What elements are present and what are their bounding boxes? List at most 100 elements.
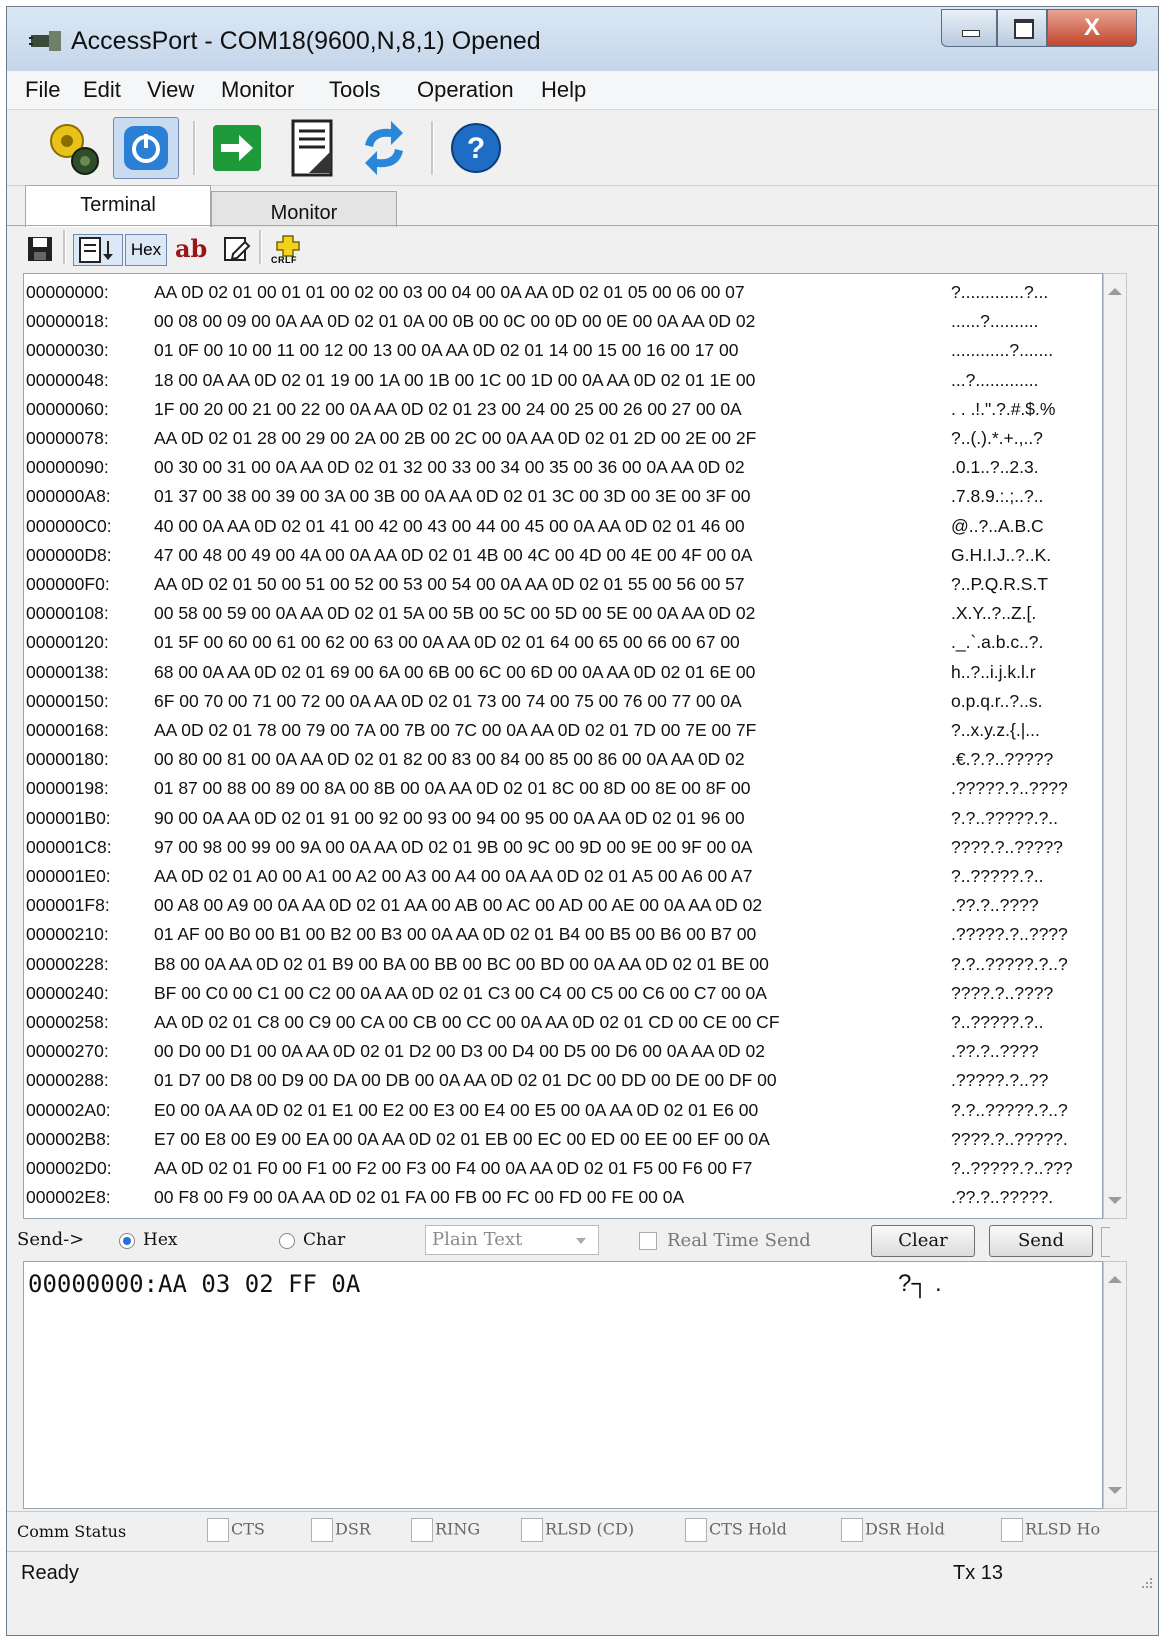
scroll-up-icon[interactable]	[1108, 1276, 1122, 1283]
hex-row: 00000060: 1F 00 20 00 21 00 22 00 0A AA 0…	[24, 395, 1102, 424]
hex-row-bytes: 97 00 98 00 99 00 9A 00 0A AA 0D 02 01 9…	[154, 836, 753, 857]
hex-row-ascii: ????.?..?????	[951, 836, 1063, 857]
hex-row: 00000270: 00 D0 00 D1 00 0A AA 0D 02 01 D…	[24, 1037, 1102, 1066]
dsr-hold-indicator: DSR Hold	[841, 1518, 945, 1544]
hex-toggle-button[interactable]: Hex	[125, 234, 167, 266]
send-file-button[interactable]	[205, 117, 271, 179]
hex-row-ascii: ?.?..?????.?..?	[951, 1099, 1068, 1120]
hex-row-ascii: .€.?.?..?????	[951, 749, 1054, 770]
menu-view[interactable]: View	[147, 77, 194, 103]
clear-button[interactable]: Clear	[871, 1225, 975, 1257]
hex-receive-view[interactable]: 00000000: AA 0D 02 01 00 01 01 00 02 00 0…	[23, 273, 1103, 1219]
hex-row-ascii: ?..x.y.z.{.|...	[951, 720, 1040, 740]
hidden-control-edge	[1101, 1227, 1110, 1257]
menu-help[interactable]: Help	[541, 77, 586, 103]
save-button[interactable]	[25, 234, 55, 266]
format-select[interactable]: Plain Text	[425, 1225, 599, 1255]
realtime-send-checkbox[interactable]	[639, 1232, 657, 1250]
document-icon	[291, 119, 333, 177]
scroll-down-icon[interactable]	[1108, 1487, 1122, 1494]
hex-row-bytes: 00 08 00 09 00 0A AA 0D 02 01 0A 00 0B 0…	[154, 311, 756, 332]
crlf-label: CRLF	[271, 255, 297, 265]
hex-row-ascii: h..?..i.j.k.l.r	[951, 661, 1036, 682]
hex-row-ascii: .X.Y..?..Z.[.	[951, 603, 1037, 624]
scroll-down-icon[interactable]	[1108, 1197, 1122, 1204]
scroll-up-icon[interactable]	[1108, 288, 1122, 295]
hex-radio-label[interactable]: Hex	[143, 1230, 177, 1250]
hex-row-ascii: ?.?..?????.?..?	[951, 953, 1068, 974]
hex-row-bytes: 00 80 00 81 00 0A AA 0D 02 01 82 00 83 0…	[154, 749, 745, 770]
arrow-right-icon	[213, 125, 261, 171]
settings-button[interactable]	[41, 117, 107, 179]
hex-radio[interactable]	[119, 1233, 135, 1249]
tab-strip: Terminal Monitor	[7, 185, 1158, 227]
hex-row: 00000048: 18 00 0A AA 0D 02 01 19 00 1A 0…	[24, 366, 1102, 395]
hex-row-ascii: @..?..A.B.C	[951, 515, 1044, 536]
maximize-icon	[1014, 19, 1034, 39]
send-input-text[interactable]: 00000000:AA 03 02 FF 0A	[28, 1270, 360, 1298]
hex-row: 000000F0: AA 0D 02 01 50 00 51 00 52 00 5…	[24, 570, 1102, 599]
hex-row: 000000A8: 01 37 00 38 00 39 00 3A 00 3B 0…	[24, 482, 1102, 511]
minimize-button[interactable]	[941, 9, 997, 47]
hex-row: 00000018: 00 08 00 09 00 0A AA 0D 02 01 0…	[24, 307, 1102, 336]
hex-row-bytes: 90 00 0A AA 0D 02 01 91 00 92 00 93 00 9…	[154, 807, 745, 828]
hex-row-bytes: 6F 00 70 00 71 00 72 00 0A AA 0D 02 01 7…	[154, 690, 742, 711]
help-button[interactable]: ?	[443, 117, 509, 179]
tab-monitor[interactable]: Monitor	[211, 191, 397, 227]
hex-row: 00000228: B8 00 0A AA 0D 02 01 B9 00 BA 0…	[24, 950, 1102, 979]
hex-row-ascii: .7.8.9.:.;..?..	[951, 486, 1044, 507]
hex-row-ascii: ?..?????.?..	[951, 1012, 1044, 1032]
menu-file[interactable]: File	[25, 77, 60, 103]
edit-pencil-icon	[224, 237, 251, 261]
hex-row: 000002D0: AA 0D 02 01 F0 00 F1 00 F2 00 F…	[24, 1154, 1102, 1183]
hex-row-bytes: 01 AF 00 B0 00 B1 00 B2 00 B3 00 0A AA 0…	[154, 924, 757, 945]
page-scroll-icon	[79, 237, 113, 263]
title-bar[interactable]: AccessPort - COM18(9600,N,8,1) Opened X	[7, 7, 1158, 71]
hex-row-bytes: 01 37 00 38 00 39 00 3A 00 3B 00 0A AA 0…	[154, 486, 751, 507]
hex-row-ascii: ......?..........	[951, 311, 1039, 332]
hex-row-bytes: 18 00 0A AA 0D 02 01 19 00 1A 00 1B 00 1…	[154, 369, 756, 390]
menu-edit[interactable]: Edit	[83, 77, 121, 103]
hex-row: 000002B8: E7 00 E8 00 E9 00 EA 00 0A AA 0…	[24, 1125, 1102, 1154]
close-icon: X	[1083, 14, 1100, 41]
send-input-area[interactable]: 00000000:AA 03 02 FF 0A ?┐ .	[23, 1261, 1103, 1509]
menu-operation[interactable]: Operation	[417, 77, 514, 103]
hex-row-ascii: ????.?..????	[951, 982, 1054, 1003]
crlf-button[interactable]: CRLF	[271, 234, 305, 266]
hex-row-ascii: .0.1..?..2.3.	[951, 457, 1039, 478]
maximize-button[interactable]	[997, 9, 1047, 47]
open-port-button[interactable]	[113, 117, 179, 179]
resize-grip-icon[interactable]	[1140, 1576, 1154, 1590]
text-mode-button[interactable]: ab	[175, 234, 215, 266]
hex-row: 00000108: 00 58 00 59 00 0A AA 0D 02 01 5…	[24, 599, 1102, 628]
main-toolbar: ?	[7, 109, 1158, 186]
hex-row-bytes: 00 58 00 59 00 0A AA 0D 02 01 5A 00 5B 0…	[154, 603, 756, 624]
edit-button[interactable]	[221, 234, 251, 266]
svg-text:?: ?	[467, 132, 485, 165]
menu-monitor[interactable]: Monitor	[221, 77, 294, 103]
refresh-button[interactable]	[351, 117, 417, 179]
hex-row-ascii: ?..?????.?..???	[951, 1158, 1073, 1178]
document-button[interactable]	[279, 117, 345, 179]
char-radio[interactable]	[279, 1233, 295, 1249]
hex-row: 00000138: 68 00 0A AA 0D 02 01 69 00 6A 0…	[24, 658, 1102, 687]
menu-tools[interactable]: Tools	[329, 77, 380, 103]
hex-row-ascii: ?..(.).*.+.,..?	[951, 428, 1043, 448]
hex-row: 00000090: 00 30 00 31 00 0A AA 0D 02 01 3…	[24, 453, 1102, 482]
send-options-bar: Send-> Hex Char Plain Text Real Time Sen…	[7, 1221, 1158, 1261]
chevron-down-icon	[576, 1238, 586, 1244]
close-button[interactable]: X	[1047, 9, 1137, 47]
hex-row: 000001C8: 97 00 98 00 99 00 9A 00 0A AA 0…	[24, 833, 1102, 862]
hex-row: 000001F8: 00 A8 00 A9 00 0A AA 0D 02 01 A…	[24, 891, 1102, 920]
tab-terminal[interactable]: Terminal	[25, 185, 211, 227]
hex-row: 00000120: 01 5F 00 60 00 61 00 62 00 63 0…	[24, 628, 1102, 657]
rlsd-hold-indicator: RLSD Ho	[1001, 1518, 1100, 1544]
send-input-scrollbar[interactable]	[1103, 1261, 1127, 1509]
hex-row: 000001B0: 90 00 0A AA 0D 02 01 91 00 92 0…	[24, 804, 1102, 833]
hex-view-scrollbar[interactable]	[1103, 273, 1127, 1219]
send-button[interactable]: Send	[989, 1225, 1093, 1257]
char-radio-label[interactable]: Char	[303, 1230, 345, 1250]
hex-row: 00000210: 01 AF 00 B0 00 B1 00 B2 00 B3 0…	[24, 920, 1102, 949]
terminal-toolbar: Hex ab CRLF	[7, 225, 1158, 274]
auto-scroll-button[interactable]	[73, 234, 123, 266]
